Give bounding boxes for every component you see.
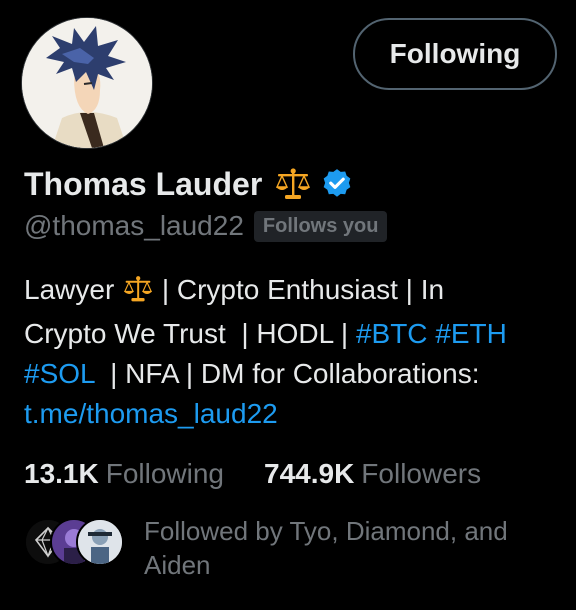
bio-text: | Crypto Enthusiast | In (154, 274, 445, 305)
profile-stats: 13.1K Following 744.9K Followers (24, 456, 481, 492)
follower-avatar (76, 518, 124, 566)
bio-text: Crypto We Trust | HODL | (24, 318, 356, 349)
following-count: 13.1K (24, 458, 99, 489)
verified-badge-icon[interactable] (320, 167, 354, 201)
followers-count: 744.9K (264, 458, 355, 489)
hashtag-link-sol[interactable]: #SOL (24, 358, 95, 389)
followed-by-text[interactable]: Followed by Tyo, Diamond, and Aiden (144, 514, 554, 582)
telegram-link[interactable]: t.me/thomas_laud22 (24, 398, 278, 429)
following-stat[interactable]: 13.1K Following (24, 458, 224, 490)
avatar-illustration (22, 18, 152, 148)
handle-row: @thomas_laud22 Follows you (24, 208, 388, 244)
followers-stat[interactable]: 744.9K Followers (264, 458, 481, 490)
following-button[interactable]: Following (353, 18, 557, 90)
profile-handle: @thomas_laud22 (24, 210, 244, 241)
followed-by-avatars[interactable] (24, 518, 124, 566)
follows-you-badge: Follows you (253, 210, 388, 242)
bio-text: | NFA | DM for Collaborations: (94, 358, 480, 389)
profile-name: Thomas Lauder (24, 165, 263, 202)
balance-scale-icon (122, 274, 154, 314)
profile-bio: Lawyer | Crypto Enthusiast | In Crypto W… (24, 270, 554, 434)
hashtag-link-eth[interactable]: #ETH (435, 318, 507, 349)
name-row: Thomas Lauder (24, 162, 354, 206)
balance-scale-icon (274, 167, 312, 201)
profile-avatar[interactable] (22, 18, 152, 148)
followers-label: Followers (361, 458, 482, 489)
bio-text: Lawyer (24, 274, 123, 305)
hashtag-link-btc[interactable]: #BTC (356, 318, 428, 349)
following-label: Following (105, 458, 224, 489)
